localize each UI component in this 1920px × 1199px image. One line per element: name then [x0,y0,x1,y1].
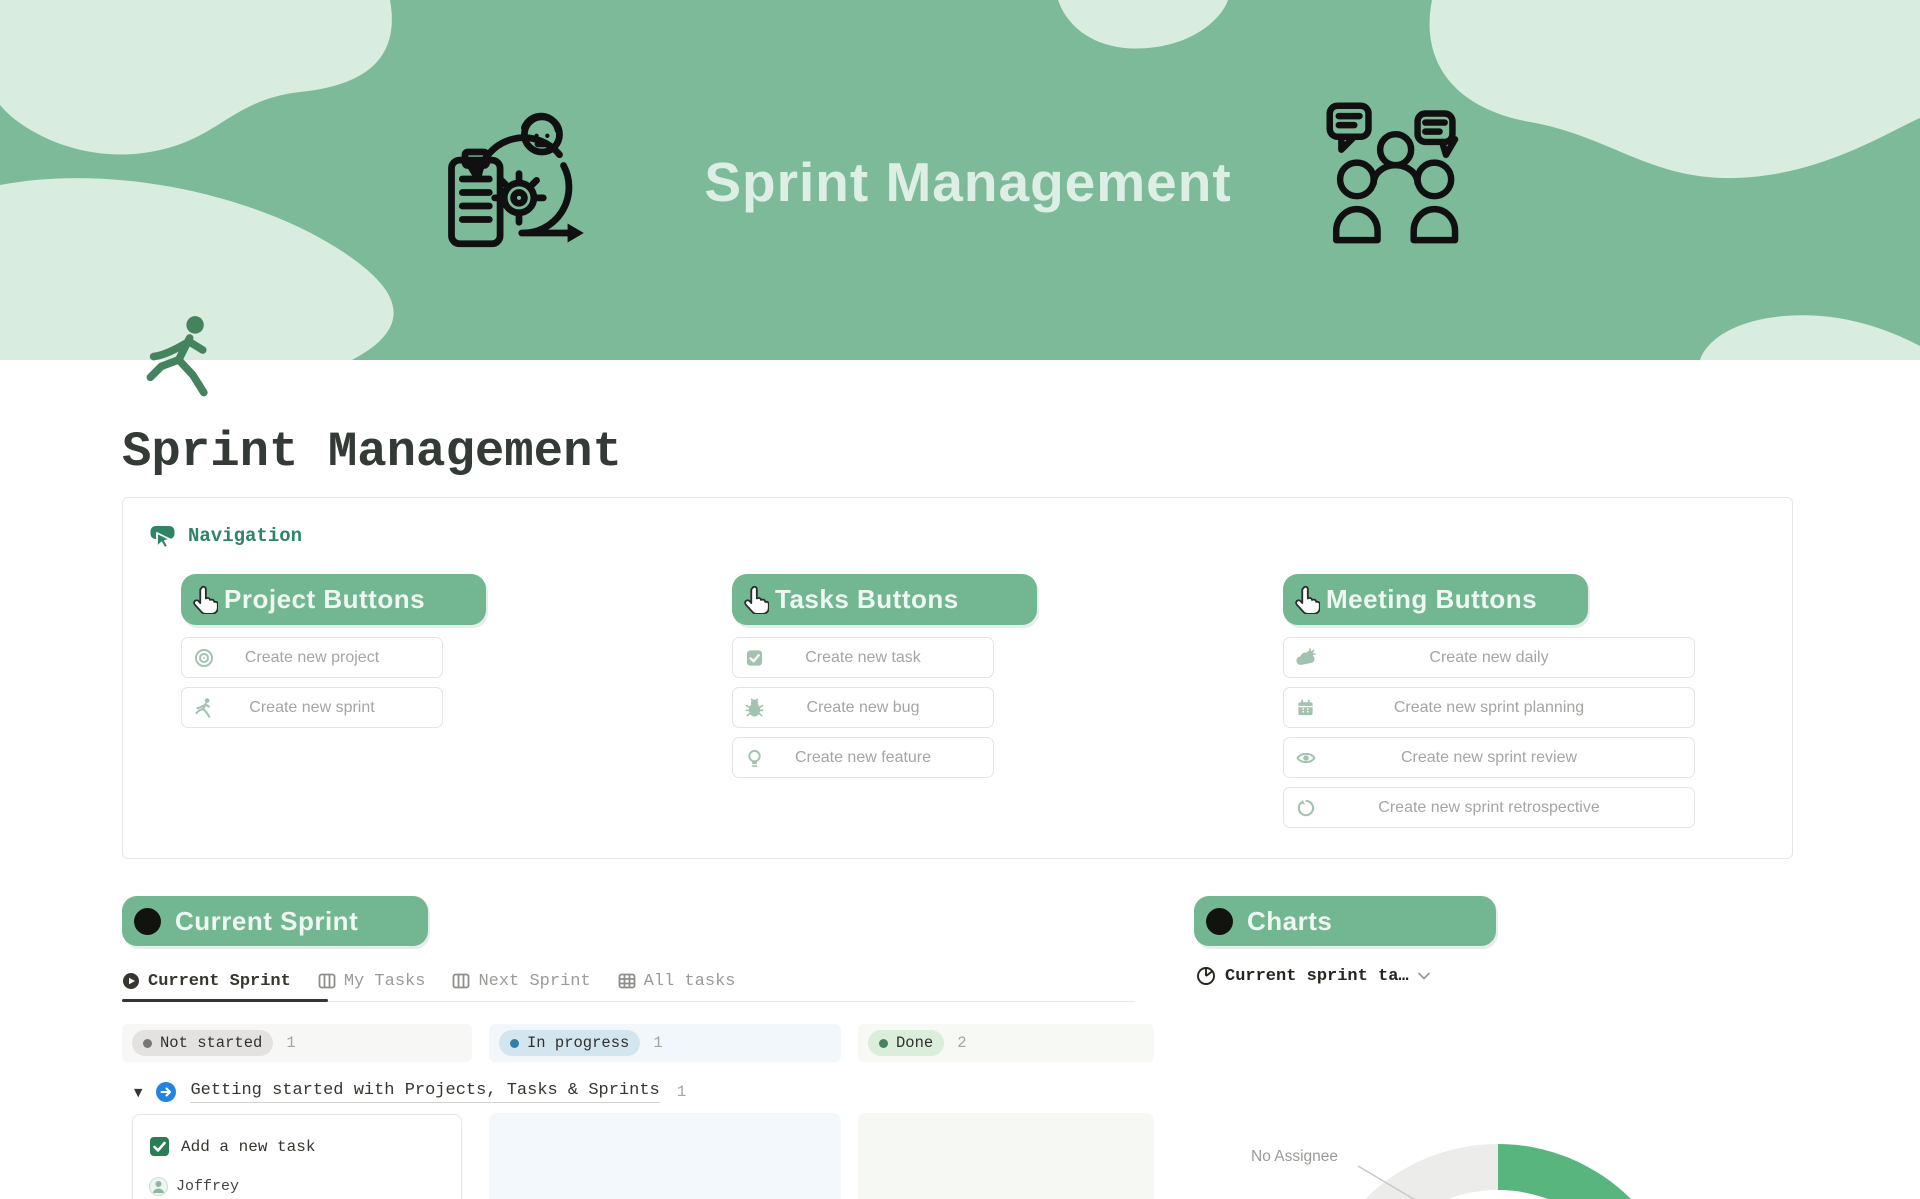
runner-icon [194,698,214,718]
status-badge-done[interactable]: Done [868,1030,944,1056]
charts-section-header: Charts [1194,896,1496,946]
table-icon [618,972,636,990]
group-count: 1 [677,1083,687,1101]
column-count: 1 [286,1034,295,1052]
eye-icon [1296,748,1316,768]
active-tab-underline [122,999,328,1002]
create-new-bug-button[interactable]: Create new bug [732,687,994,728]
status-badge-in-progress[interactable]: In progress [499,1030,640,1056]
task-card[interactable]: Add a new task Joffrey [132,1114,462,1199]
bulb-icon [745,748,764,767]
chart-selector-dropdown[interactable]: Current sprint ta… [1196,966,1430,986]
board-icon [452,972,470,990]
sprint-group-row: ▼ Getting started with Projects, Tasks &… [134,1075,686,1109]
group-title: Tasks Buttons [775,584,959,615]
tab-current-sprint[interactable]: Current Sprint [122,972,291,991]
status-dot [879,1039,888,1048]
navigation-header: Navigation [149,522,302,549]
label-leader-line [1350,1158,1450,1199]
create-new-project-button[interactable]: Create new project [181,637,443,678]
tab-next-sprint[interactable]: Next Sprint [452,972,590,991]
cursor-click-icon [149,522,176,549]
create-new-sprint-retrospective-button[interactable]: Create new sprint retrospective [1283,787,1695,828]
sprint-management-page: Sprint Management Sprint Managem [0,0,1920,1199]
blue-arrow-circle-icon [155,1081,177,1103]
group-title: Project Buttons [224,584,425,615]
create-new-sprint-button[interactable]: Create new sprint [181,687,443,728]
donut-slice-label: No Assignee [1251,1148,1338,1166]
column-body-done [858,1113,1154,1199]
scrum-sprint-icon [438,98,600,260]
pie-chart-icon [1196,966,1216,986]
sprint-page-link[interactable]: Getting started with Projects, Tasks & S… [190,1081,659,1103]
black-circle-icon [1206,908,1233,935]
column-header-done: Done 2 [858,1024,1154,1062]
create-new-sprint-review-button[interactable]: Create new sprint review [1283,737,1695,778]
create-new-sprint-planning-button[interactable]: Create new sprint planning [1283,687,1695,728]
create-new-feature-button[interactable]: Create new feature [732,737,994,778]
column-header-in-progress: In progress 1 [489,1024,841,1062]
navigation-label: Navigation [188,525,302,547]
task-title: Add a new task [181,1138,315,1156]
page-icon-runner[interactable] [142,314,222,398]
create-new-task-button[interactable]: Create new task [732,637,994,678]
meeting-buttons-header: Meeting Buttons [1283,574,1588,625]
board-view-tabs: Current Sprint My Tasks Next Sprint All … [122,964,736,998]
column-body-in-progress [489,1113,841,1199]
page-cover: Sprint Management [0,0,1920,360]
group-title: Meeting Buttons [1326,584,1537,615]
assignee-name: Joffrey [176,1178,239,1195]
hand-pointer-icon [1293,585,1320,614]
status-dot [510,1039,519,1048]
checkbox-icon [745,648,764,667]
checked-checkbox-icon[interactable] [149,1136,170,1157]
hand-pointer-icon [742,585,769,614]
team-meeting-icon [1322,98,1477,253]
undo-arrow-icon [1296,798,1315,817]
calendar-icon [1296,698,1315,717]
project-buttons-header: Project Buttons [181,574,486,625]
status-badge-not-started[interactable]: Not started [132,1030,273,1056]
board-icon [318,972,336,990]
create-new-daily-button[interactable]: Create new daily [1283,637,1695,678]
play-circle-icon [122,972,140,990]
hand-pointer-icon [191,585,218,614]
tasks-buttons-header: Tasks Buttons [732,574,1037,625]
black-circle-icon [134,908,161,935]
tab-my-tasks[interactable]: My Tasks [318,972,426,991]
bug-icon [745,698,764,717]
page-title[interactable]: Sprint Management [122,424,622,480]
chevron-down-icon [1418,972,1430,980]
sun-cloud-icon [1296,648,1316,668]
column-count: 2 [957,1034,966,1052]
status-dot [143,1039,152,1048]
current-sprint-section-header: Current Sprint [122,896,428,946]
collapse-toggle-icon[interactable]: ▼ [134,1086,142,1099]
cover-title: Sprint Management [688,150,1248,214]
person-avatar-icon [149,1177,168,1196]
running-person-icon [142,314,222,398]
column-count: 1 [653,1034,662,1052]
tab-all-tasks[interactable]: All tasks [618,972,736,991]
target-icon [194,648,214,668]
column-header-not-started: Not started 1 [122,1024,472,1062]
navigation-panel: Navigation Project Buttons Create new pr… [122,497,1793,859]
